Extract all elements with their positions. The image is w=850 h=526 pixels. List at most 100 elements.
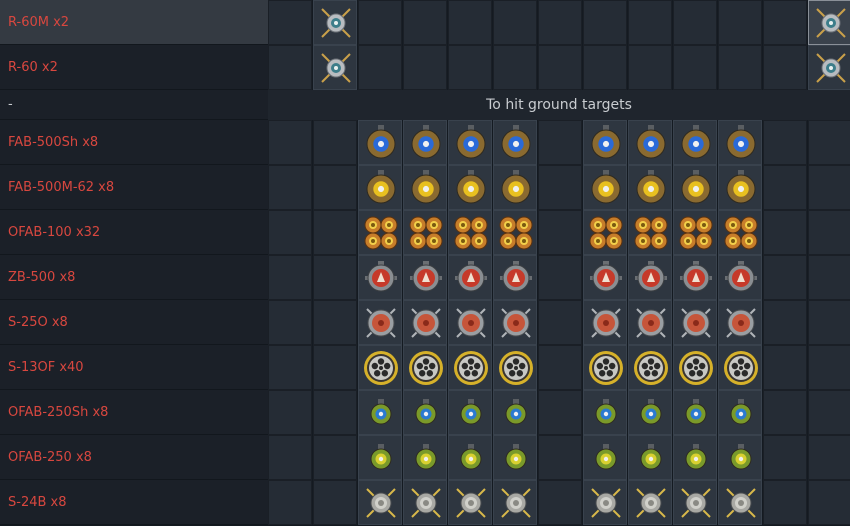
weapon-slot[interactable]	[403, 480, 447, 525]
weapon-slot[interactable]	[493, 255, 537, 300]
weapon-slot[interactable]	[718, 390, 762, 435]
weapon-label[interactable]: S-13OF x40	[0, 345, 268, 390]
weapon-slot[interactable]	[718, 120, 762, 165]
weapon-slot[interactable]	[583, 300, 627, 345]
weapon-slot[interactable]	[628, 165, 672, 210]
weapon-slot[interactable]	[718, 165, 762, 210]
weapon-slot[interactable]	[673, 345, 717, 390]
weapon-slot[interactable]	[673, 120, 717, 165]
weapon-slot[interactable]	[673, 255, 717, 300]
weapon-slot[interactable]	[358, 120, 402, 165]
weapon-slot[interactable]	[403, 210, 447, 255]
weapon-row[interactable]: R-60 x2	[0, 45, 850, 90]
weapon-slot[interactable]	[808, 0, 850, 45]
weapon-slot[interactable]	[493, 120, 537, 165]
weapon-slot[interactable]	[313, 0, 357, 45]
weapon-slot[interactable]	[403, 435, 447, 480]
weapon-slot[interactable]	[448, 300, 492, 345]
weapon-slot[interactable]	[448, 480, 492, 525]
weapon-label[interactable]: FAB-500Sh x8	[0, 120, 268, 165]
weapon-slot[interactable]	[358, 390, 402, 435]
weapon-slot[interactable]	[403, 165, 447, 210]
weapon-slot[interactable]	[358, 300, 402, 345]
weapon-slot[interactable]	[448, 390, 492, 435]
weapon-row[interactable]: OFAB-250 x8	[0, 435, 850, 480]
weapon-slot[interactable]	[493, 300, 537, 345]
weapon-slot[interactable]	[583, 435, 627, 480]
weapon-row[interactable]: FAB-500Sh x8	[0, 120, 850, 165]
weapon-label[interactable]: OFAB-250Sh x8	[0, 390, 268, 435]
weapon-slot[interactable]	[718, 480, 762, 525]
weapon-slot[interactable]	[583, 390, 627, 435]
weapon-slot[interactable]	[718, 300, 762, 345]
weapon-slot[interactable]	[493, 390, 537, 435]
weapon-row[interactable]: S-25O x8	[0, 300, 850, 345]
empty-slot	[268, 45, 312, 90]
weapon-slot[interactable]	[403, 300, 447, 345]
weapon-slot[interactable]	[493, 480, 537, 525]
weapon-label[interactable]: OFAB-250 x8	[0, 435, 268, 480]
weapon-slot[interactable]	[628, 345, 672, 390]
weapon-label[interactable]: ZB-500 x8	[0, 255, 268, 300]
weapon-slot[interactable]	[628, 210, 672, 255]
weapon-row[interactable]: ZB-500 x8	[0, 255, 850, 300]
weapon-label[interactable]: R-60 x2	[0, 45, 268, 90]
weapon-slot[interactable]	[628, 120, 672, 165]
weapon-slot[interactable]	[403, 390, 447, 435]
weapon-row[interactable]: OFAB-100 x32	[0, 210, 850, 255]
weapon-slot[interactable]	[358, 255, 402, 300]
weapon-slot[interactable]	[583, 120, 627, 165]
weapon-label[interactable]: R-60M x2	[0, 0, 268, 45]
weapon-slot[interactable]	[628, 300, 672, 345]
weapon-row[interactable]: S-24B x8	[0, 480, 850, 525]
weapon-slot[interactable]	[448, 120, 492, 165]
weapon-row[interactable]: FAB-500M-62 x8	[0, 165, 850, 210]
weapon-label[interactable]: S-24B x8	[0, 480, 268, 525]
weapon-slot[interactable]	[448, 255, 492, 300]
weapon-slot[interactable]	[583, 165, 627, 210]
weapon-slot[interactable]	[358, 480, 402, 525]
weapon-slot[interactable]	[583, 480, 627, 525]
weapon-slot[interactable]	[673, 390, 717, 435]
weapon-slot[interactable]	[583, 255, 627, 300]
bomb-yellow-icon	[726, 170, 756, 204]
weapon-slot[interactable]	[358, 435, 402, 480]
weapon-slot[interactable]	[403, 120, 447, 165]
weapon-slot[interactable]	[358, 345, 402, 390]
weapon-row[interactable]: OFAB-250Sh x8	[0, 390, 850, 435]
weapon-slot[interactable]	[628, 480, 672, 525]
weapon-slot[interactable]	[583, 345, 627, 390]
weapon-slot[interactable]	[718, 210, 762, 255]
weapon-slot[interactable]	[448, 345, 492, 390]
weapon-slot[interactable]	[673, 300, 717, 345]
weapon-slot[interactable]	[403, 255, 447, 300]
weapon-slot[interactable]	[493, 345, 537, 390]
weapon-row[interactable]: R-60M x2	[0, 0, 850, 45]
weapon-slot[interactable]	[673, 165, 717, 210]
weapon-slot[interactable]	[718, 345, 762, 390]
weapon-slot[interactable]	[583, 210, 627, 255]
weapon-slot[interactable]	[448, 435, 492, 480]
weapon-slot[interactable]	[673, 435, 717, 480]
weapon-slot[interactable]	[493, 210, 537, 255]
weapon-slot[interactable]	[718, 435, 762, 480]
weapon-slot[interactable]	[718, 255, 762, 300]
weapon-row[interactable]: S-13OF x40	[0, 345, 850, 390]
weapon-slot[interactable]	[808, 45, 850, 90]
weapon-slot[interactable]	[493, 435, 537, 480]
weapon-slot[interactable]	[448, 210, 492, 255]
weapon-slot[interactable]	[358, 210, 402, 255]
weapon-slot[interactable]	[673, 480, 717, 525]
weapon-slot[interactable]	[628, 255, 672, 300]
weapon-slot[interactable]	[313, 45, 357, 90]
weapon-slot[interactable]	[358, 165, 402, 210]
weapon-slot[interactable]	[628, 435, 672, 480]
weapon-slot[interactable]	[403, 345, 447, 390]
weapon-slot[interactable]	[493, 165, 537, 210]
weapon-slot[interactable]	[628, 390, 672, 435]
weapon-label[interactable]: FAB-500M-62 x8	[0, 165, 268, 210]
weapon-label[interactable]: OFAB-100 x32	[0, 210, 268, 255]
weapon-slot[interactable]	[673, 210, 717, 255]
weapon-label[interactable]: S-25O x8	[0, 300, 268, 345]
weapon-slot[interactable]	[448, 165, 492, 210]
